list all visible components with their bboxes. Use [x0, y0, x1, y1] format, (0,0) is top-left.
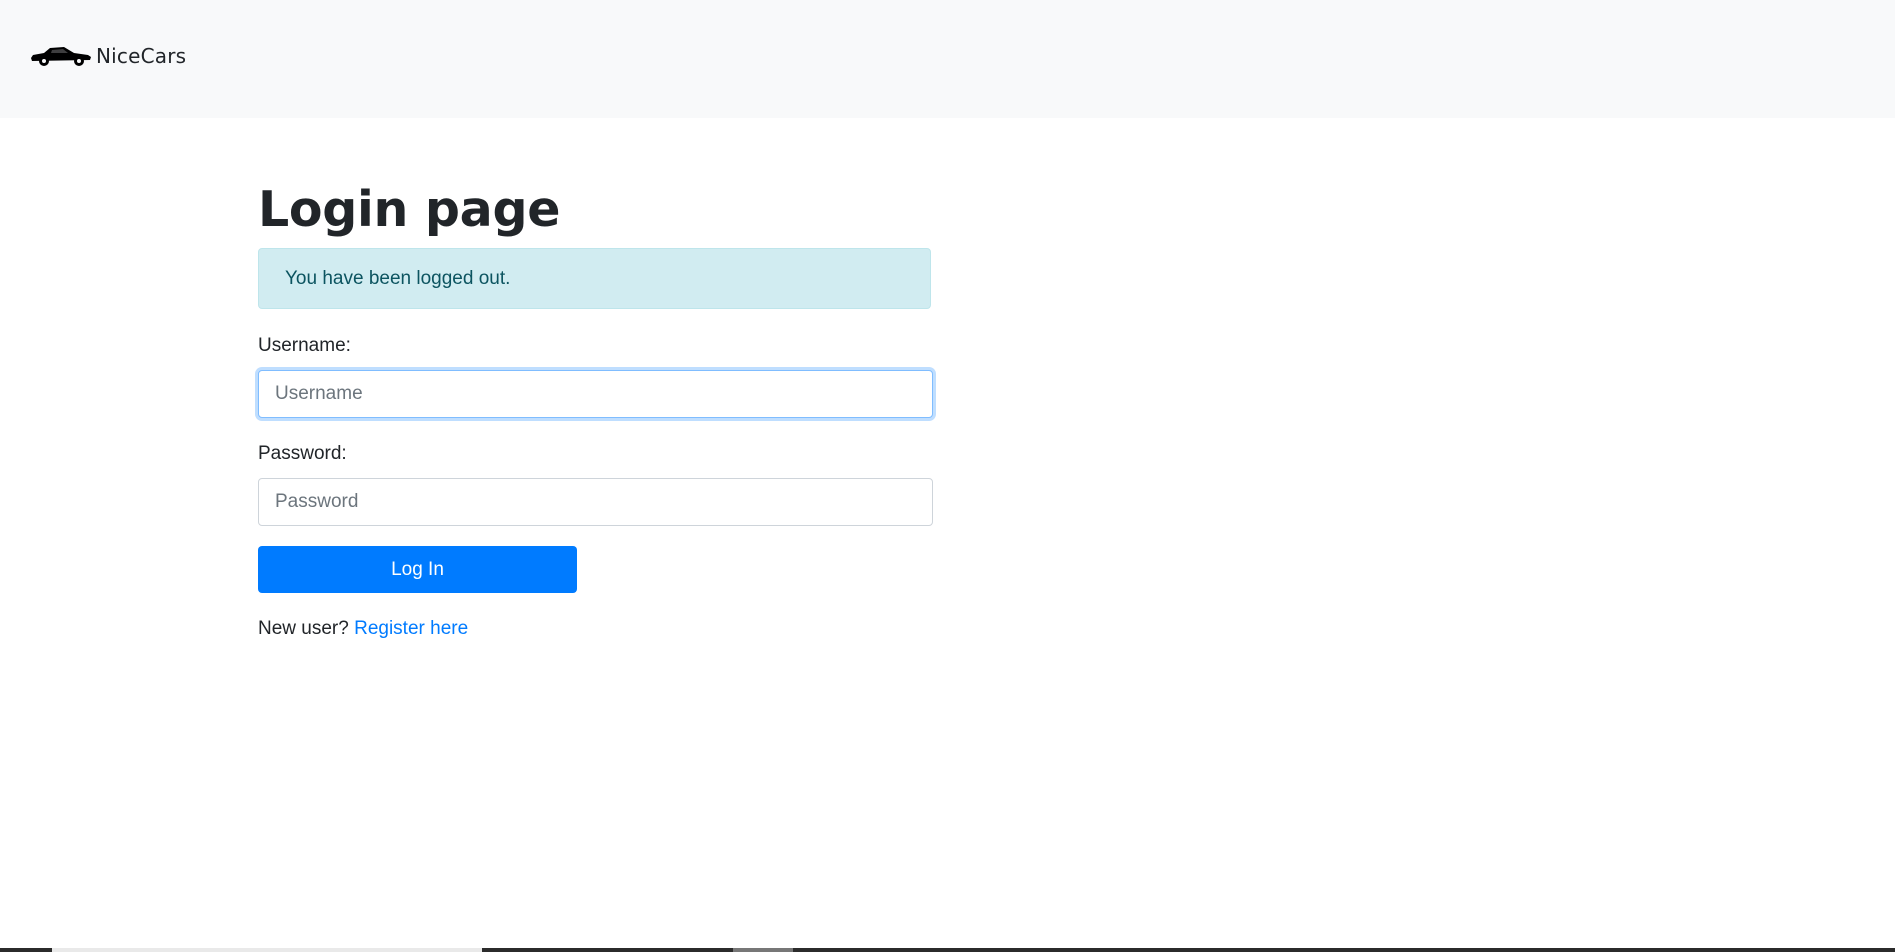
- register-link[interactable]: Register here: [354, 618, 468, 639]
- brand-link[interactable]: NiceCars: [30, 41, 186, 71]
- brand-name: NiceCars: [96, 44, 187, 68]
- bottom-bar-segment: [733, 948, 793, 952]
- car-icon: [30, 43, 92, 69]
- page-title: Login page: [258, 181, 561, 238]
- bottom-bar-segment: [52, 948, 482, 952]
- register-prompt: New user?: [258, 618, 349, 639]
- password-input[interactable]: [258, 478, 933, 526]
- register-line: New user? Register here: [258, 618, 468, 640]
- username-input[interactable]: [258, 370, 933, 418]
- bottom-edge-bar: [0, 948, 1895, 952]
- logout-alert: You have been logged out.: [258, 248, 931, 309]
- username-label: Username:: [258, 335, 351, 356]
- login-container: Login page You have been logged out. Use…: [258, 170, 933, 639]
- navbar: NiceCars: [0, 0, 1895, 118]
- password-label: Password:: [258, 443, 347, 464]
- login-button[interactable]: Log In: [258, 546, 577, 593]
- alert-message: You have been logged out.: [285, 267, 511, 289]
